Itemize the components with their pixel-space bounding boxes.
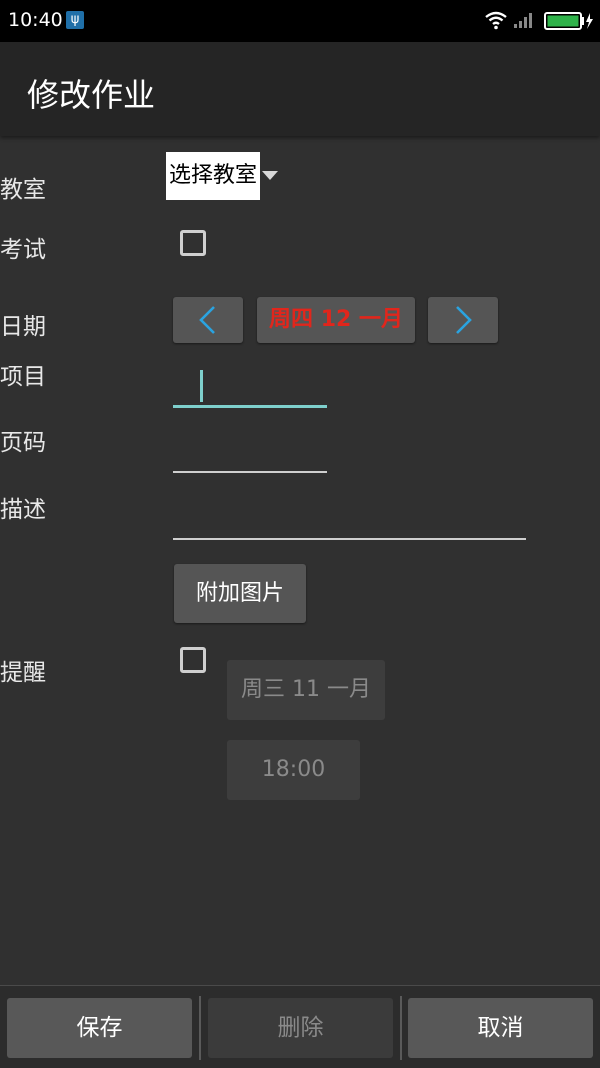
page-input[interactable] [173, 471, 327, 473]
status-time: 10:40 [8, 9, 63, 31]
cancel-button[interactable]: 取消 [408, 998, 593, 1058]
signal-icon [513, 11, 535, 33]
date-label: 日期 [0, 314, 46, 340]
usb-icon: ψ [66, 11, 84, 29]
delete-button[interactable]: 删除 [208, 998, 393, 1058]
battery-charging-icon [544, 12, 594, 34]
attach-image-button[interactable]: 附加图片 [174, 564, 306, 623]
date-picker-button[interactable]: 周四 12 一月 [257, 297, 415, 343]
status-bar: 10:40 ψ [0, 0, 600, 42]
item-input[interactable] [173, 405, 327, 408]
exam-label: 考试 [0, 237, 46, 263]
reminder-checkbox[interactable] [180, 647, 206, 673]
chevron-down-icon[interactable] [262, 171, 278, 180]
bottom-action-bar: 保存 删除 取消 [0, 985, 600, 1068]
reminder-label: 提醒 [0, 660, 46, 686]
chevron-right-icon [456, 306, 472, 334]
description-input[interactable] [173, 538, 526, 540]
item-label: 项目 [0, 364, 46, 390]
next-date-button[interactable] [428, 297, 498, 343]
chevron-left-icon [199, 306, 215, 334]
app-bar: 修改作业 [0, 42, 600, 136]
page-title: 修改作业 [27, 76, 156, 114]
classroom-dropdown[interactable]: 选择教室 [166, 152, 260, 200]
text-cursor [200, 370, 203, 402]
save-button[interactable]: 保存 [7, 998, 192, 1058]
description-label: 描述 [0, 497, 46, 523]
reminder-date-button[interactable]: 周三 11 一月 [227, 660, 385, 720]
page-label: 页码 [0, 430, 46, 456]
exam-checkbox[interactable] [180, 230, 206, 256]
wifi-icon [484, 10, 508, 34]
divider [199, 996, 201, 1060]
previous-date-button[interactable] [173, 297, 243, 343]
reminder-time-button[interactable]: 18:00 [227, 740, 360, 800]
divider [400, 996, 402, 1060]
classroom-label: 教室 [0, 177, 46, 203]
